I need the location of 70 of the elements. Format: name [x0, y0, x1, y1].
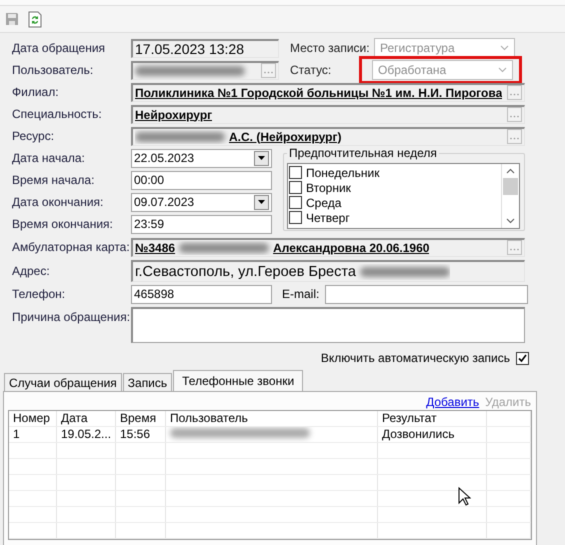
lookup-field[interactable]: Нейрохирург [131, 104, 525, 124]
checkbox[interactable] [289, 181, 302, 194]
field-label: Адрес: [12, 264, 51, 278]
date-field: 17.05.2023 13:28 [131, 38, 279, 58]
checkbox-label: Вторник [306, 180, 351, 194]
checkbox-label: Четверг [306, 210, 350, 224]
time-field[interactable]: 23:59 [131, 214, 272, 234]
field-label: Статус: [290, 63, 332, 77]
table-cell: 1 [9, 427, 57, 442]
field-label: Причина обращения: [12, 309, 131, 324]
field-label: Пользователь: [12, 63, 94, 77]
field-label: E-mail: [282, 287, 320, 301]
table-cell: 15:56 [116, 427, 166, 442]
ellipsis-icon [510, 93, 519, 96]
date-picker[interactable]: 22.05.2023 [131, 148, 272, 168]
ellipsis-icon [510, 248, 519, 251]
action-link[interactable]: Добавить [426, 395, 480, 409]
dropdown-icon [254, 150, 269, 166]
ellipsis-icon [510, 115, 519, 118]
column-header[interactable]: Пользователь [166, 411, 378, 426]
phone-field[interactable]: 465898 [131, 284, 272, 304]
field-label: Дата начала: [12, 151, 86, 165]
column-header[interactable]: Дата [57, 411, 116, 426]
tab[interactable]: Запись [122, 373, 172, 391]
lookup-link[interactable]: Александровна 20.06.1960 [273, 240, 430, 254]
column-header[interactable]: Результат [378, 411, 487, 426]
scrollbar[interactable] [501, 164, 519, 228]
field-label: Специальность: [12, 107, 103, 121]
checkbox[interactable] [289, 211, 302, 224]
address-text: г.Севастополь, ул.Героев Бреста [135, 264, 356, 280]
lookup-link[interactable]: А.С. (Нейрохирург) [229, 130, 342, 144]
tab[interactable]: Телефонные звонки [173, 370, 304, 391]
field-label: Амбулаторная карта: [12, 240, 131, 254]
field-label: Место записи: [290, 41, 371, 55]
checkbox[interactable] [289, 166, 302, 179]
table-cell: 19.05.2... [57, 427, 116, 442]
field-label: Дата окончания: [12, 195, 104, 209]
field-label: Время окончания: [12, 217, 114, 231]
field-label: Телефон: [12, 287, 66, 301]
checkbox-label: Включить автоматическую запись [320, 351, 510, 365]
ellipsis-icon [510, 137, 519, 140]
lookup-link[interactable]: Нейрохирург [135, 108, 212, 122]
field-label: Ресурс: [12, 129, 56, 143]
tab[interactable]: Случаи обращения [4, 373, 122, 391]
time-field[interactable]: 00:00 [131, 170, 272, 190]
email-field[interactable] [325, 284, 528, 304]
column-header[interactable]: Номер [9, 411, 57, 426]
lookup-link[interactable]: Поликлиника №1 Городской больницы №1 им. Н.И. Пирогова [135, 86, 502, 100]
checkbox[interactable] [289, 196, 302, 209]
column-header[interactable]: Время [116, 411, 166, 426]
date-picker[interactable]: 09.07.2023 [131, 192, 272, 212]
chevron-icon [498, 67, 507, 73]
card-field[interactable]: №3486 Александровна 20.06.1960 [131, 238, 525, 256]
lookup-field[interactable]: Поликлиника №1 Городской больницы №1 им. Н.И. Пирогова [131, 82, 525, 102]
group-title: Предпочтительная неделя [287, 146, 439, 160]
checkbox[interactable] [516, 352, 529, 364]
checkbox-label: Понедельник [306, 166, 380, 180]
lookup-field[interactable]: А.С. (Нейрохирург) [131, 126, 525, 146]
field-label: Время начала: [12, 173, 96, 187]
reason-field[interactable] [131, 307, 525, 343]
lookup-link[interactable]: №3486 [135, 240, 176, 254]
ellipsis-icon [264, 71, 273, 74]
checkbox-label: Среда [306, 196, 342, 210]
field-label: Дата обращения [12, 41, 106, 55]
refresh-icon[interactable] [28, 10, 42, 28]
table-cell: Дозвонились [378, 427, 487, 442]
chevron-icon [500, 45, 509, 51]
field-label: Филиал: [12, 85, 60, 99]
dropdown-icon [254, 194, 269, 210]
mouse-cursor-icon [458, 487, 471, 507]
